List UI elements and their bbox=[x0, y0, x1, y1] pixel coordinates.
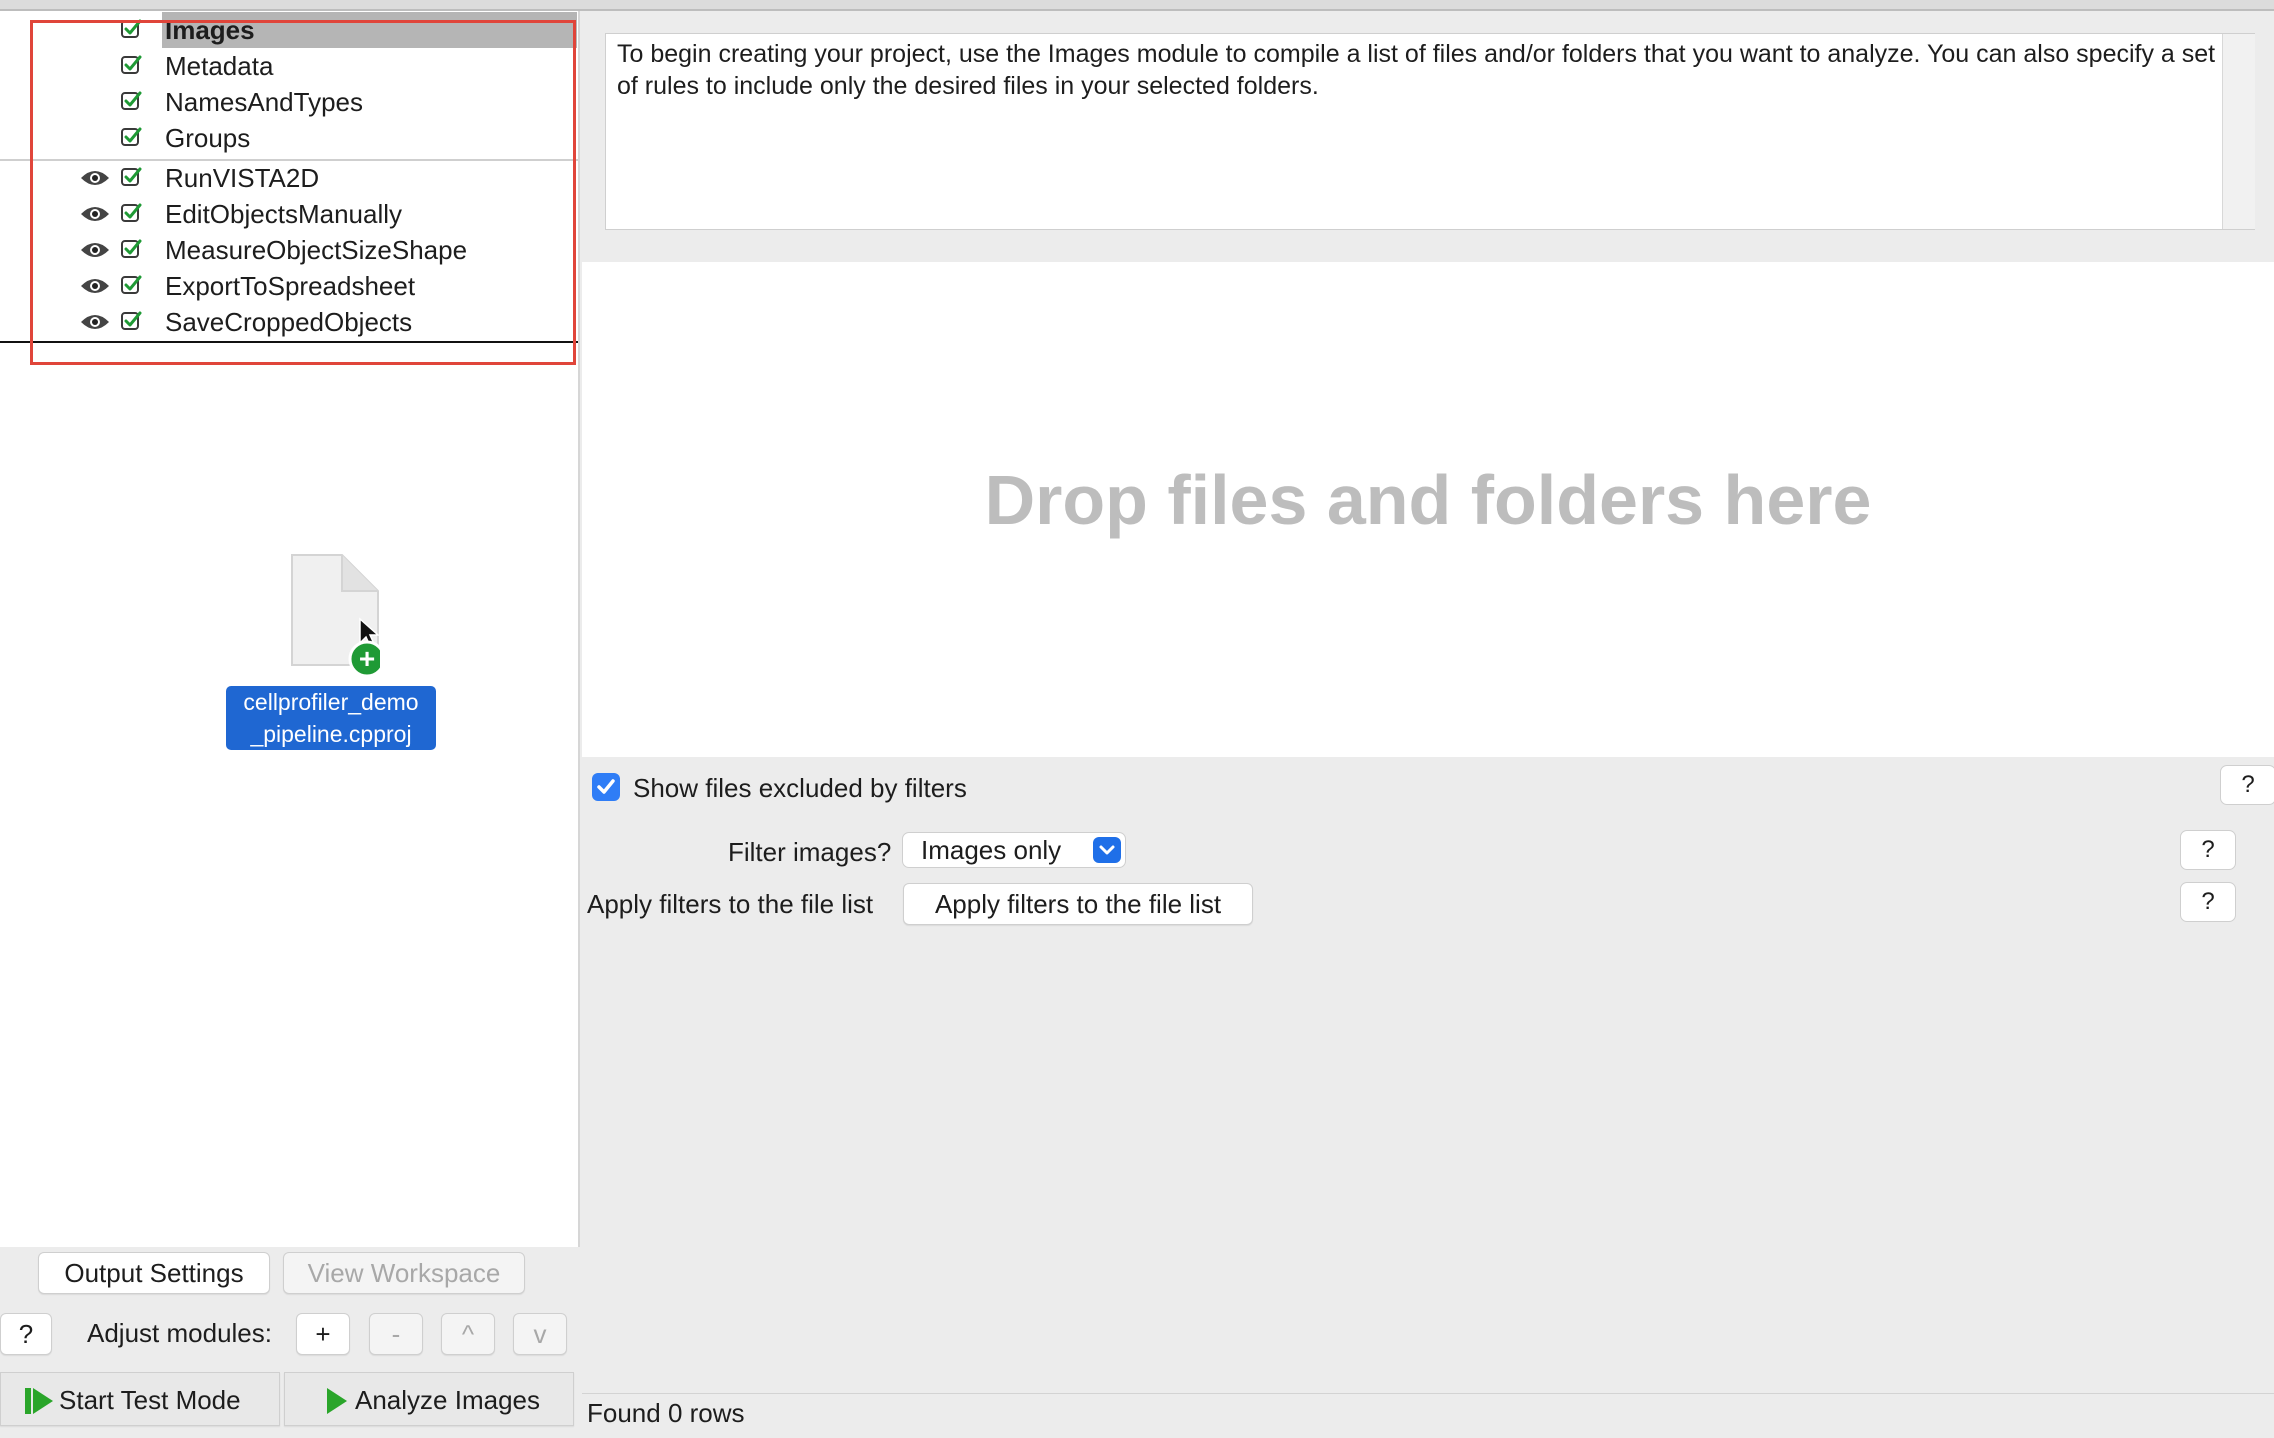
play-icon bbox=[327, 1388, 347, 1414]
module-help-text: To begin creating your project, use the … bbox=[617, 40, 2216, 100]
output-settings-button[interactable]: Output Settings bbox=[38, 1252, 270, 1294]
show-excluded-label: Show files excluded by filters bbox=[633, 773, 967, 803]
start-test-mode-label: Start Test Mode bbox=[59, 1385, 241, 1415]
adjust-modules-label: Adjust modules: bbox=[87, 1318, 272, 1348]
window-top-edge bbox=[0, 0, 2274, 11]
highlight-frame bbox=[30, 20, 576, 365]
checkmark-icon bbox=[597, 779, 615, 794]
drop-zone-text: Drop files and folders here bbox=[984, 461, 1872, 539]
dragged-file-icon[interactable]: + bbox=[290, 553, 380, 677]
help-scrollbar[interactable] bbox=[2222, 34, 2255, 229]
help-button[interactable]: ? bbox=[0, 1313, 52, 1355]
analyze-images-label: Analyze Images bbox=[355, 1385, 540, 1415]
analyze-images-button[interactable]: Analyze Images bbox=[284, 1372, 574, 1426]
move-up-button[interactable]: ^ bbox=[441, 1313, 495, 1355]
show-excluded-help-button[interactable]: ? bbox=[2220, 765, 2274, 805]
apply-filters-button[interactable]: Apply filters to the file list bbox=[903, 883, 1253, 925]
filter-images-value: Images only bbox=[921, 835, 1062, 865]
add-module-button[interactable]: + bbox=[296, 1313, 350, 1355]
test-mode-icon bbox=[25, 1388, 53, 1414]
dragged-file-label: cellprofiler_demo _pipeline.cpproj bbox=[226, 686, 436, 750]
svg-text:+: + bbox=[359, 643, 375, 674]
start-test-mode-button[interactable]: Start Test Mode bbox=[0, 1372, 280, 1426]
show-excluded-checkbox[interactable] bbox=[592, 773, 620, 801]
remove-module-button[interactable]: - bbox=[369, 1313, 423, 1355]
dragged-file-name: cellprofiler_demo _pipeline.cpproj bbox=[243, 689, 419, 747]
status-bar bbox=[582, 1393, 2274, 1434]
status-text: Found 0 rows bbox=[587, 1398, 745, 1428]
chevron-down-icon bbox=[1093, 837, 1121, 863]
filter-images-select[interactable]: Images only bbox=[902, 832, 1126, 868]
filter-images-help-button[interactable]: ? bbox=[2180, 830, 2236, 870]
move-down-button[interactable]: v bbox=[513, 1313, 567, 1355]
apply-filters-help-button[interactable]: ? bbox=[2180, 882, 2236, 922]
apply-filters-label: Apply filters to the file list bbox=[587, 889, 874, 919]
filter-images-label: Filter images? bbox=[728, 837, 892, 867]
view-workspace-button[interactable]: View Workspace bbox=[283, 1252, 525, 1294]
